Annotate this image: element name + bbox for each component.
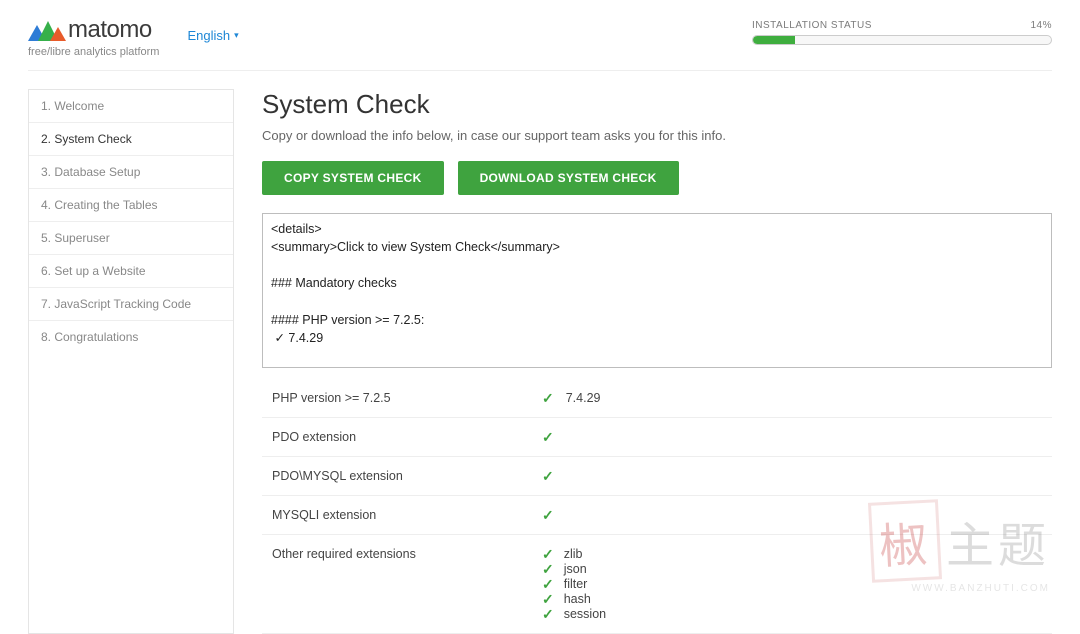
language-current: English xyxy=(187,28,230,43)
sidebar-step-1[interactable]: 1. Welcome xyxy=(29,90,233,123)
check-ok-icon: ✓ xyxy=(542,547,554,561)
copy-system-check-button[interactable]: COPY SYSTEM CHECK xyxy=(262,161,444,195)
brand: matomo free/libre analytics platform xyxy=(28,16,159,58)
install-status-percent: 14% xyxy=(1030,20,1052,31)
check-ok-icon: ✓ xyxy=(542,508,554,522)
extension-item: ✓ hash xyxy=(542,592,606,606)
check-ok-icon: ✓ xyxy=(542,430,554,444)
language-selector[interactable]: English ▾ xyxy=(187,28,238,43)
header: matomo free/libre analytics platform Eng… xyxy=(28,10,1052,71)
sidebar-step-7[interactable]: 7. JavaScript Tracking Code xyxy=(29,288,233,321)
extension-item: ✓ session xyxy=(542,607,606,621)
extension-item: ✓ json xyxy=(542,562,606,576)
check-row: PDO\MYSQL extension✓ xyxy=(262,457,1052,496)
check-ok-icon: ✓ xyxy=(542,577,554,591)
sidebar-step-4[interactable]: 4. Creating the Tables xyxy=(29,189,233,222)
sidebar-step-8[interactable]: 8. Congratulations xyxy=(29,321,233,353)
system-check-table: PHP version >= 7.2.5✓7.4.29PDO extension… xyxy=(262,379,1052,634)
installation-status: INSTALLATION STATUS 14% xyxy=(752,20,1052,45)
page-subtitle: Copy or download the info below, in case… xyxy=(262,128,1052,143)
system-check-details-textarea[interactable] xyxy=(262,213,1052,368)
check-row-other-extensions: Other required extensions✓zlib✓json✓filt… xyxy=(262,535,1052,634)
sidebar-step-2[interactable]: 2. System Check xyxy=(29,123,233,156)
check-ok-icon: ✓ xyxy=(542,592,554,606)
page-title: System Check xyxy=(262,89,1052,120)
check-label: PHP version >= 7.2.5 xyxy=(272,391,542,405)
caret-down-icon: ▾ xyxy=(234,30,239,41)
logo-icon xyxy=(28,19,62,41)
progress-fill xyxy=(753,36,795,44)
check-row: PHP version >= 7.2.5✓ 7.4.29 xyxy=(262,379,1052,418)
check-ok-icon: ✓ xyxy=(542,469,554,483)
check-ok-icon: ✓ xyxy=(542,391,554,405)
check-label: PDO extension xyxy=(272,430,542,444)
extension-name: hash xyxy=(564,592,591,606)
install-status-label: INSTALLATION STATUS xyxy=(752,20,872,31)
check-label: PDO\MYSQL extension xyxy=(272,469,542,483)
check-value: 7.4.29 xyxy=(566,391,601,405)
main-content: System Check Copy or download the info b… xyxy=(262,89,1052,634)
check-label: MYSQLI extension xyxy=(272,508,542,522)
check-ok-icon: ✓ xyxy=(542,607,554,621)
extension-name: zlib xyxy=(564,547,583,561)
sidebar-step-6[interactable]: 6. Set up a Website xyxy=(29,255,233,288)
extension-item: ✓ filter xyxy=(542,577,606,591)
brand-tagline: free/libre analytics platform xyxy=(28,46,159,58)
extension-name: session xyxy=(564,607,606,621)
download-system-check-button[interactable]: DOWNLOAD SYSTEM CHECK xyxy=(458,161,679,195)
progress-bar xyxy=(752,35,1052,45)
check-ok-icon: ✓ xyxy=(542,562,554,576)
extension-name: json xyxy=(564,562,587,576)
check-row: PDO extension✓ xyxy=(262,418,1052,457)
install-steps-sidebar: 1. Welcome2. System Check3. Database Set… xyxy=(28,89,234,634)
brand-wordmark: matomo xyxy=(68,16,152,44)
sidebar-step-5[interactable]: 5. Superuser xyxy=(29,222,233,255)
extension-item: ✓ zlib xyxy=(542,547,606,561)
check-label: Other required extensions xyxy=(272,547,542,561)
check-row: MYSQLI extension✓ xyxy=(262,496,1052,535)
sidebar-step-3[interactable]: 3. Database Setup xyxy=(29,156,233,189)
extension-name: filter xyxy=(564,577,588,591)
